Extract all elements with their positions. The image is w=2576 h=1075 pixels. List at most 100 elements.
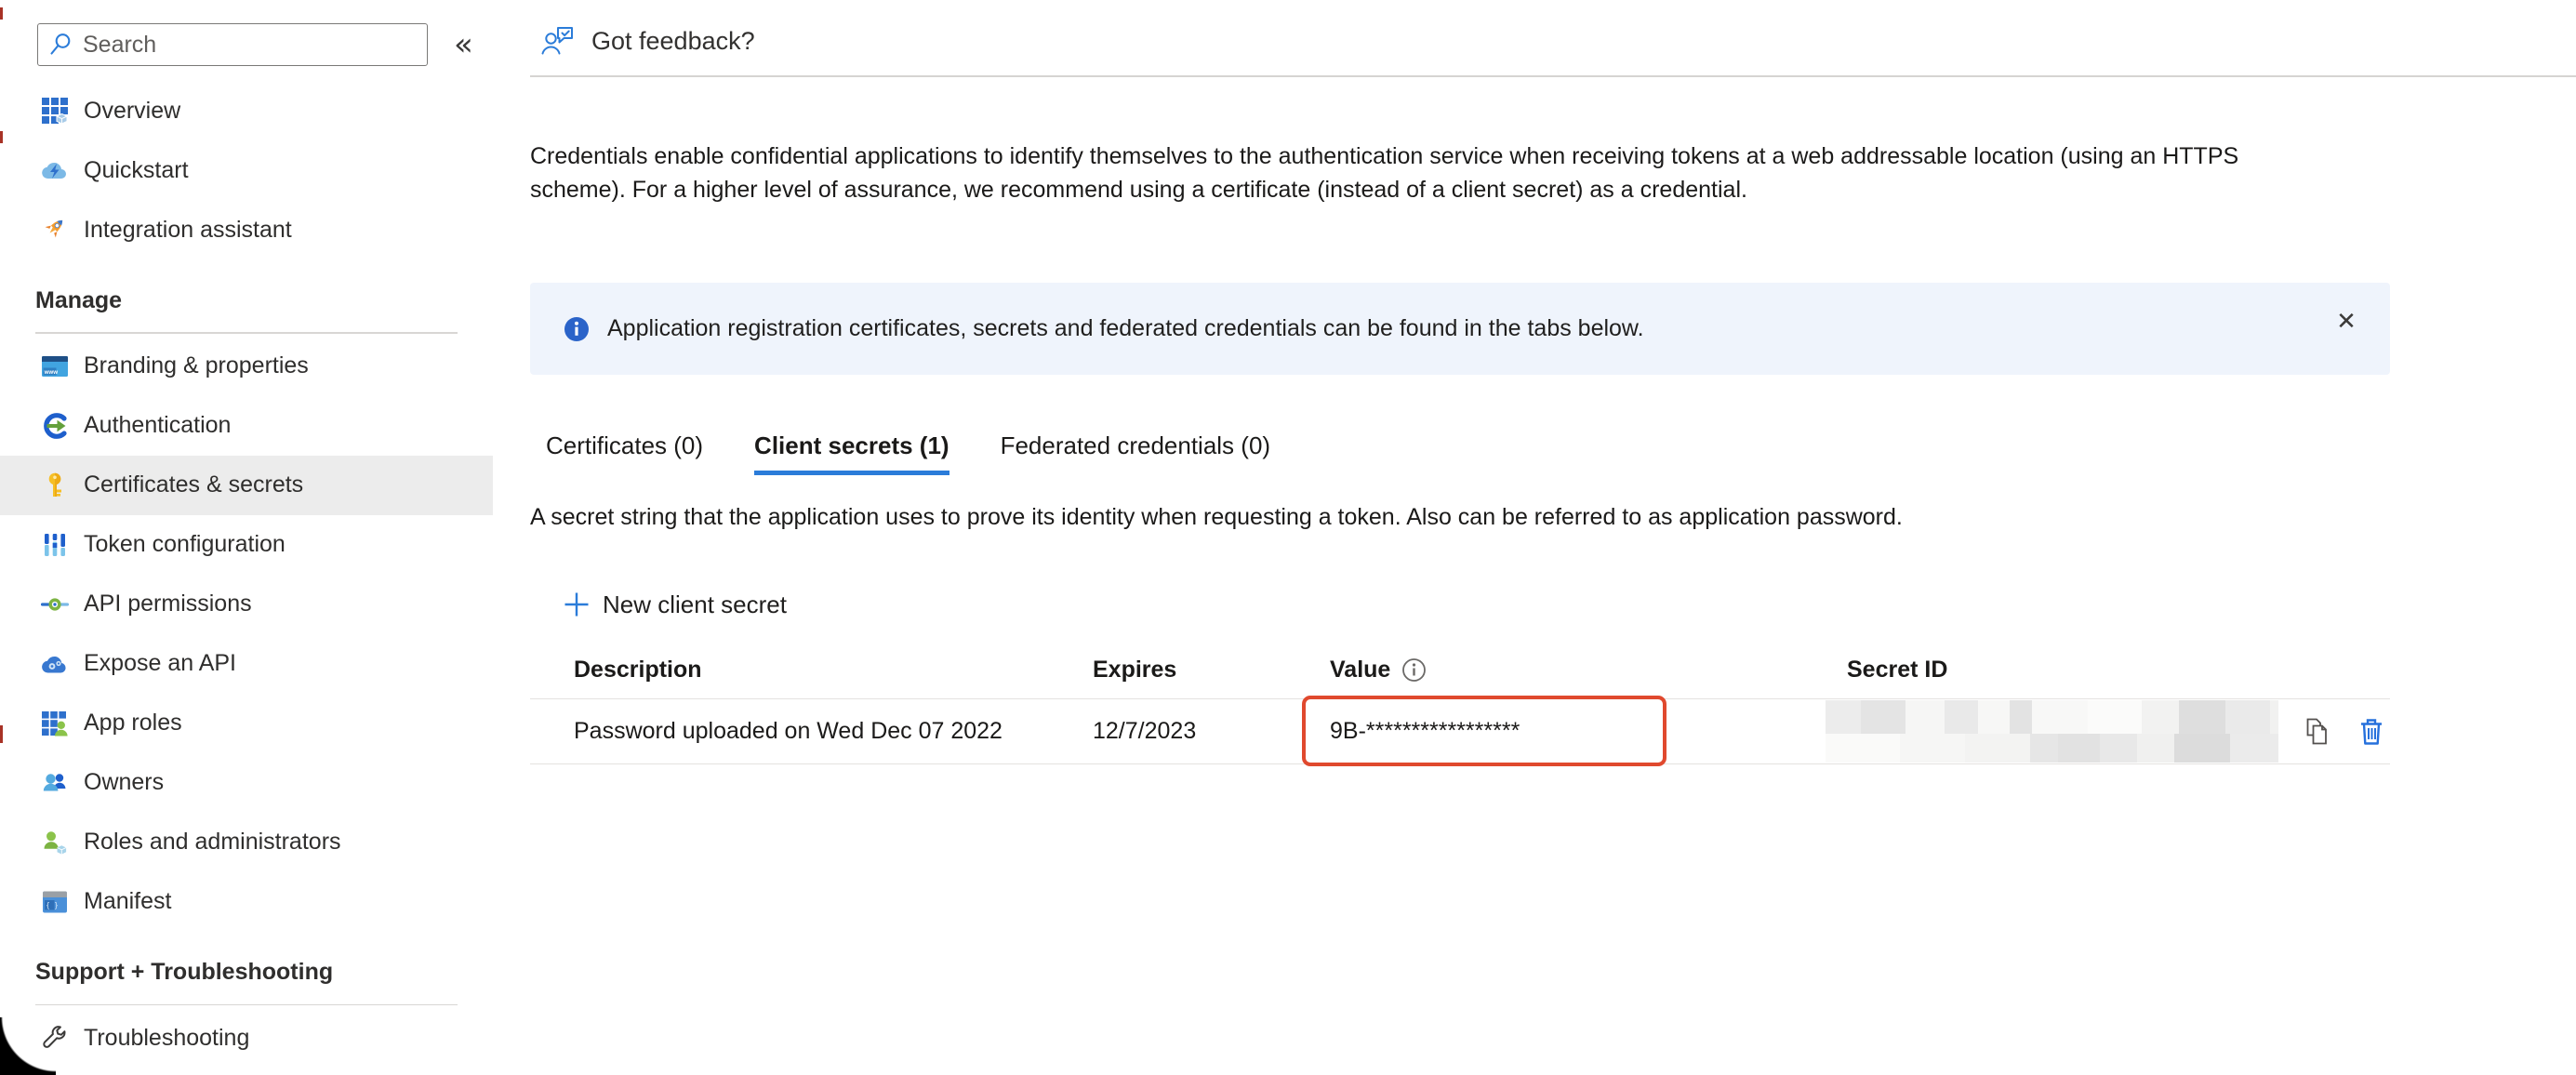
tab-certificates[interactable]: Certificates (0) (546, 430, 703, 475)
client-secrets-table: Description Expires Value Secret ID Pass… (530, 642, 2390, 764)
azure-portal-certificates-secrets-page: « Overview Quickstart Integration assist… (0, 0, 2576, 1075)
sidebar-item-token-configuration[interactable]: Token configuration (0, 515, 493, 575)
new-client-secret-button[interactable]: New client secret (563, 584, 787, 625)
redaction-block (1861, 700, 1905, 734)
redaction-block (2174, 734, 2230, 763)
redaction-block (2030, 734, 2058, 763)
api-permissions-icon (41, 591, 69, 618)
copy-button[interactable] (2304, 716, 2333, 748)
svg-text:www: www (44, 369, 59, 376)
sidebar-item-expose-api[interactable]: Expose an API (0, 634, 493, 694)
info-icon (564, 317, 589, 341)
divider (35, 1004, 458, 1006)
redaction-block (2230, 734, 2278, 763)
key-icon (41, 471, 69, 499)
redaction-block (2010, 700, 2032, 734)
feedback-icon (539, 22, 577, 60)
sidebar-item-roles-administrators[interactable]: Roles and administrators (0, 813, 493, 872)
column-header-value: Value (1302, 657, 1823, 683)
sidebar-nav: Overview Quickstart Integration assistan… (0, 81, 493, 1068)
redaction-block (2225, 700, 2270, 734)
quickstart-icon (41, 156, 69, 184)
column-header-expires: Expires (1079, 657, 1302, 683)
secret-value-cell: 9B-***************** (1302, 718, 1823, 745)
sidebar-item-authentication[interactable]: Authentication (0, 396, 493, 456)
plus-icon (563, 591, 591, 618)
tab-client-secrets[interactable]: Client secrets (1) (754, 430, 949, 475)
new-client-secret-label: New client secret (603, 591, 787, 619)
redaction-block (2142, 700, 2179, 734)
sidebar-item-certificates-secrets[interactable]: Certificates & secrets (0, 456, 493, 515)
redaction-block (1900, 734, 1965, 763)
sidebar-item-manifest[interactable]: { } Manifest (0, 872, 493, 932)
sidebar: « Overview Quickstart Integration assist… (0, 0, 493, 1075)
sidebar-section-manage: Manage (0, 282, 493, 319)
sidebar-item-branding-properties[interactable]: www Branding & properties (0, 337, 493, 396)
sidebar-item-integration-assistant[interactable]: Integration assistant (0, 200, 493, 259)
sidebar-item-label: Quickstart (84, 157, 189, 184)
sidebar-item-label: Authentication (84, 412, 231, 439)
search-icon (47, 31, 75, 59)
people-icon (41, 769, 69, 797)
got-feedback-button[interactable]: Got feedback? (539, 22, 755, 60)
column-header-secret-id: Secret ID (1823, 657, 2288, 683)
sidebar-item-quickstart[interactable]: Quickstart (0, 140, 493, 200)
copy-icon (2304, 717, 2331, 747)
redaction-block (2179, 700, 2225, 734)
sidebar-item-label: Certificates & secrets (84, 471, 303, 498)
secret-description-cell: Password uploaded on Wed Dec 07 2022 (530, 718, 1079, 745)
sidebar-item-label: Roles and administrators (84, 829, 341, 856)
redaction-block (1905, 700, 1945, 734)
sidebar-item-overview[interactable]: Overview (0, 81, 493, 140)
grid-person-icon (41, 710, 69, 737)
login-arrow-icon (41, 412, 69, 440)
sidebar-section-support: Support + Troubleshooting (0, 954, 493, 991)
sidebar-item-label: Integration assistant (84, 217, 292, 244)
secret-expires-cell: 12/7/2023 (1079, 718, 1302, 745)
credential-tabs: Certificates (0) Client secrets (1) Fede… (546, 430, 1270, 475)
redaction-block (1826, 700, 1861, 734)
table-row: Password uploaded on Wed Dec 07 2022 12/… (530, 699, 2390, 764)
got-feedback-label: Got feedback? (591, 27, 755, 56)
cloud-gears-icon (41, 650, 69, 678)
tab-federated-credentials[interactable]: Federated credentials (0) (1001, 430, 1270, 475)
value-info-icon[interactable] (1401, 657, 1427, 683)
redaction-block (2100, 734, 2137, 763)
browser-window-icon: www (41, 352, 69, 380)
trash-icon (2357, 717, 2385, 747)
delete-button[interactable] (2357, 716, 2387, 748)
screen-corner-artifact (0, 1017, 56, 1075)
sidebar-item-label: Owners (84, 769, 164, 796)
search-input[interactable] (83, 32, 399, 59)
sidebar-item-troubleshooting[interactable]: Troubleshooting (0, 1008, 493, 1068)
person-cube-icon (41, 829, 69, 856)
sidebar-item-api-permissions[interactable]: API permissions (0, 575, 493, 634)
sidebar-item-label: Overview (84, 98, 180, 125)
rocket-icon (41, 216, 69, 244)
info-banner: Application registration certificates, s… (530, 283, 2390, 375)
redaction-block (2088, 700, 2142, 734)
main-content: Got feedback? Credentials enable confide… (530, 0, 2576, 1075)
secret-id-redaction (1826, 700, 2278, 763)
manifest-code-icon: { } (41, 888, 69, 916)
sidebar-item-owners[interactable]: Owners (0, 753, 493, 813)
screen-edge-artifact (0, 725, 3, 743)
sidebar-item-label: App roles (84, 710, 182, 737)
redaction-block (1826, 734, 1900, 763)
close-icon[interactable]: ✕ (2330, 305, 2362, 337)
sidebar-item-label: Expose an API (84, 650, 236, 677)
client-secret-description: A secret string that the application use… (530, 504, 1903, 531)
table-header-row: Description Expires Value Secret ID (530, 642, 2390, 699)
sidebar-search-box (37, 23, 428, 66)
sidebar-item-label: Token configuration (84, 531, 285, 558)
redaction-block (1978, 700, 2010, 734)
redaction-block (1965, 734, 2030, 763)
collapse-sidebar-button[interactable]: « (454, 29, 473, 60)
divider (530, 75, 2576, 77)
redaction-block (1945, 700, 1978, 734)
sidebar-item-app-roles[interactable]: App roles (0, 694, 493, 753)
sidebar-item-label: Manifest (84, 888, 171, 915)
divider (35, 332, 458, 334)
credentials-intro-text: Credentials enable confidential applicat… (530, 139, 2311, 206)
overview-icon (41, 97, 69, 125)
